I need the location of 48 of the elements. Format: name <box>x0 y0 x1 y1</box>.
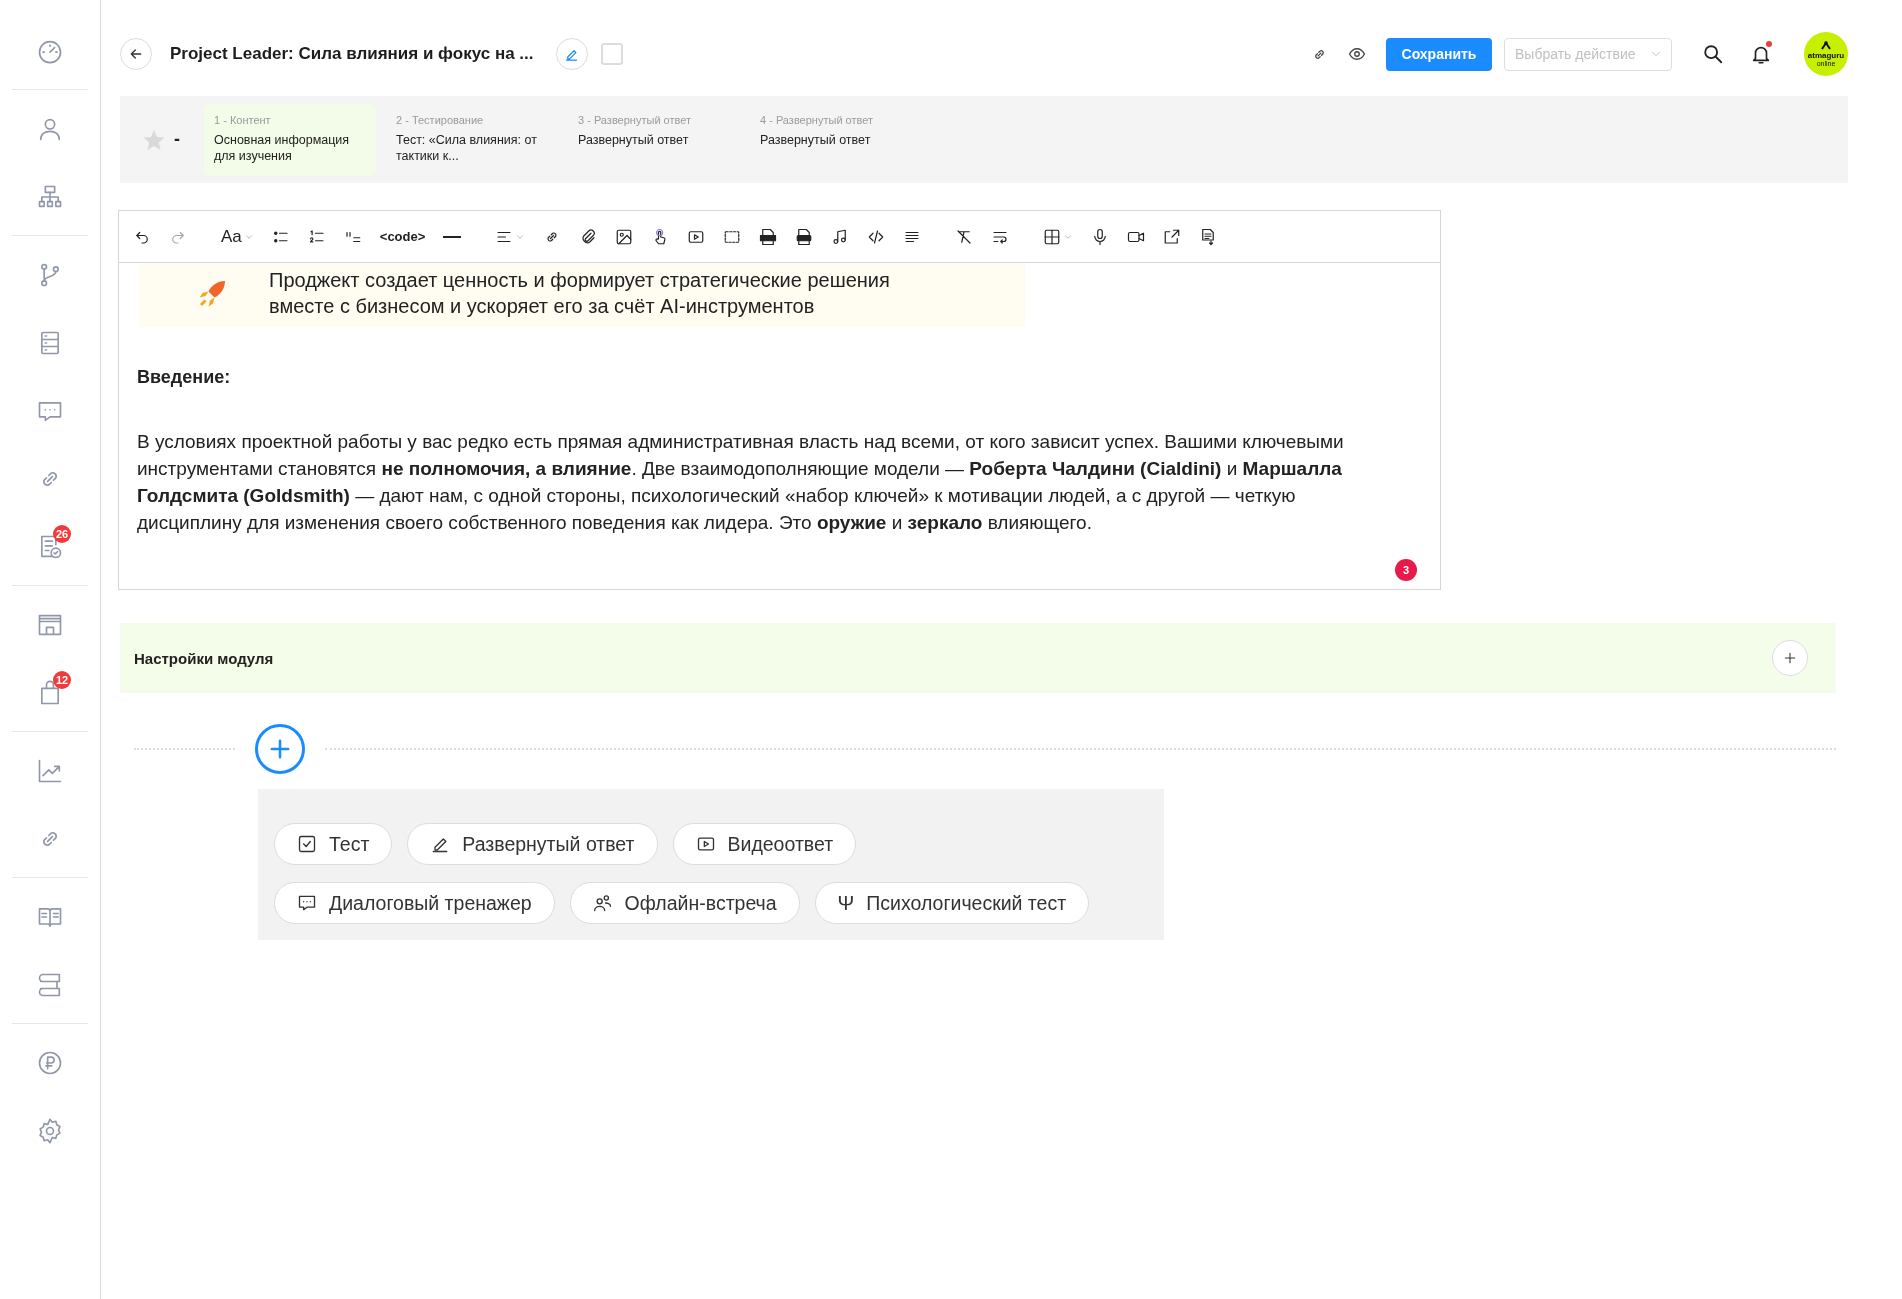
back-button[interactable] <box>120 38 152 70</box>
search-icon <box>1702 43 1724 65</box>
paperclip-icon <box>579 227 598 246</box>
block-type-option[interactable]: Ψ Психологический тест <box>814 882 1090 924</box>
checkbox-icon <box>297 834 317 854</box>
rating-value: - <box>174 129 180 150</box>
checkbox[interactable] <box>600 43 623 65</box>
paragraph: В условиях проектной работы у вас редко есть прямая административная власть над всеми, от кого зависит успех. Вашими ключевыми инструментами становятся не полномочия, а влияние. Две взаимодополняющие модели — Роберта Чалдини (Cialdini) и Маршалла Голдсмита (Goldsmith) — дают нам, с одной стороны, психологический «набор ключей» к мотивации людей, а с другой — четкую дисциплину для изменения своего собственного поведения как лидера. Это оружие и зеркало влияющего. <box>137 430 1345 535</box>
logo-text: atmaguru <box>1807 50 1845 60</box>
sidebar-item[interactable]: 12 <box>16 659 84 727</box>
image-icon <box>615 227 634 246</box>
toolbar-button[interactable]: <code> <box>379 224 426 249</box>
text-editor[interactable] <box>118 210 1441 590</box>
ruble-icon <box>36 1049 64 1077</box>
people-icon <box>592 893 613 913</box>
numbered-list-icon <box>307 227 326 246</box>
plus-icon <box>1782 650 1798 666</box>
edit-button[interactable] <box>555 38 588 70</box>
chat-icon <box>297 893 317 913</box>
page-title: Project Leader: Сила влияния и фокус на ... <box>170 44 534 64</box>
external-link-icon <box>1163 227 1182 246</box>
callout-text: Проджект создает ценность и формирует стратегические решения вместе с бизнесом и ускоряет его за счёт AI-инструментов <box>269 268 891 319</box>
sidebar-item[interactable]: 26 <box>16 513 84 581</box>
block-type-option[interactable]: Развернутый ответ <box>407 823 658 865</box>
count-badge: 12 <box>53 671 72 689</box>
code-icon <box>867 227 886 246</box>
add-block-button[interactable] <box>255 724 305 774</box>
block-type-option[interactable]: Диалоговый тренажер <box>274 882 555 924</box>
line-chart-icon <box>36 757 64 785</box>
step-tab[interactable]: 3 - Развернутый ответ Развернутый ответ <box>568 103 740 176</box>
back-arrow-icon <box>128 46 144 62</box>
logo-mark-icon <box>1820 40 1832 51</box>
settings-icon <box>36 1117 64 1145</box>
eye-icon <box>1348 45 1366 63</box>
table-icon <box>1043 227 1062 246</box>
block-type-option[interactable]: Офлайн-встреча <box>569 882 800 924</box>
block-type-option[interactable]: Видеоответ <box>672 823 857 865</box>
toolbar-button[interactable]: Aa <box>221 224 254 249</box>
step-tab[interactable]: 4 - Развернутый ответ Развернутый ответ <box>750 103 922 176</box>
horizontal-rule-icon <box>443 235 462 238</box>
comments-badge[interactable]: 3 <box>1395 559 1417 581</box>
block-type-option[interactable]: Тест <box>274 823 393 865</box>
section-heading: Введение: <box>137 367 232 388</box>
step-tab[interactable]: 1 - Контент Основная информация для изучения <box>204 103 376 176</box>
step-tab[interactable]: 2 - Тестирование Тест: «Сила влияния: от тактики к... <box>386 103 558 176</box>
count-badge: 26 <box>53 525 72 543</box>
module-settings-title: Настройки модуля <box>134 649 274 667</box>
expand-button[interactable] <box>1772 640 1808 676</box>
